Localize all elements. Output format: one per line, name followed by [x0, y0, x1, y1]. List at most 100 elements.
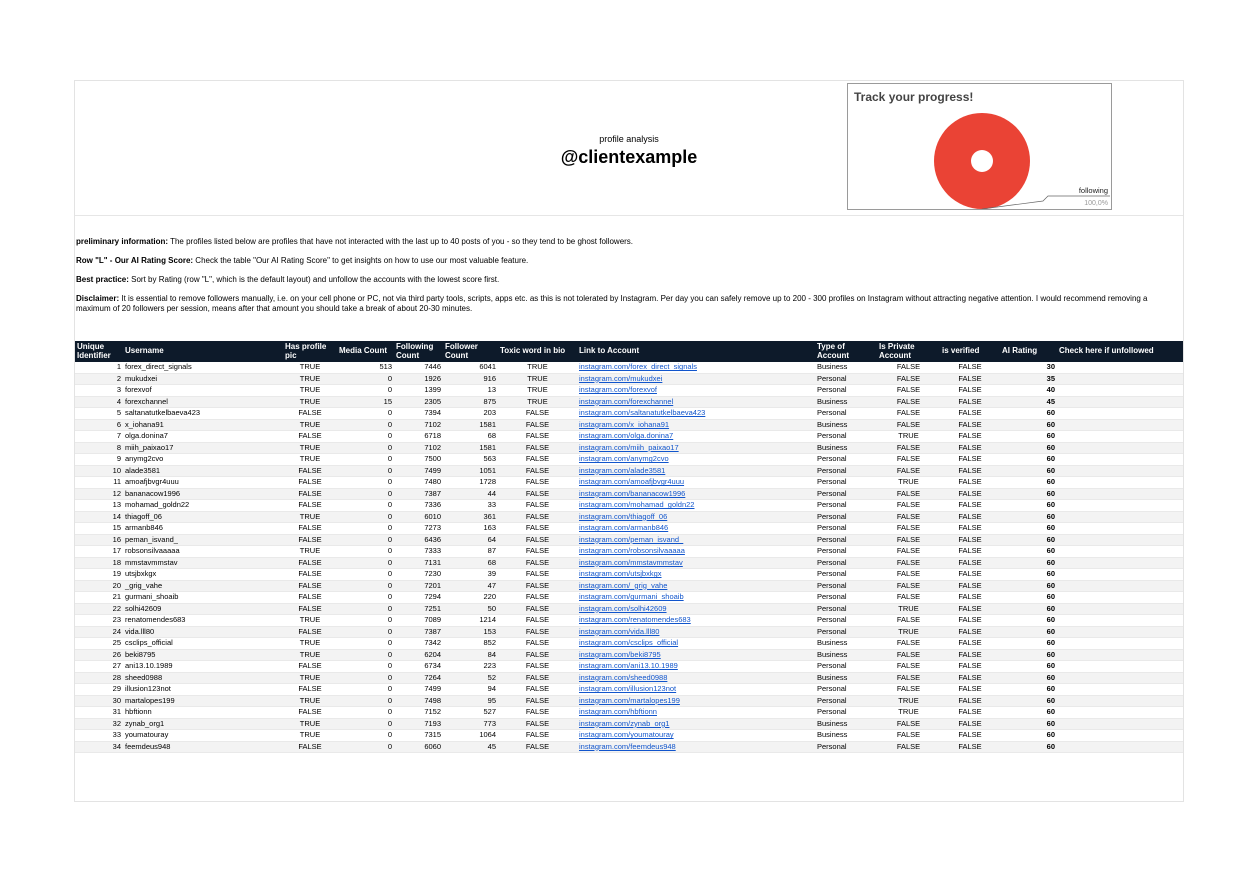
cell-unfollow-check[interactable] — [1057, 545, 1183, 558]
cell-unfollow-check[interactable] — [1057, 442, 1183, 454]
cell-link[interactable]: instagram.com/feemdeus948 — [577, 741, 815, 753]
cell-unfollow-check[interactable] — [1057, 695, 1183, 707]
cell-link[interactable]: instagram.com/martalopes199 — [577, 695, 815, 707]
cell-media: 0 — [337, 419, 394, 431]
column-header[interactable]: Link to Account — [577, 341, 815, 362]
cell-link[interactable]: instagram.com/youmatouray — [577, 729, 815, 742]
cell-link[interactable]: instagram.com/beki8795 — [577, 649, 815, 661]
cell-unfollow-check[interactable] — [1057, 511, 1183, 523]
cell-username: beki8795 — [123, 649, 283, 661]
cell-unfollow-check[interactable] — [1057, 637, 1183, 650]
cell-link[interactable]: instagram.com/alade3581 — [577, 465, 815, 477]
cell-unfollow-check[interactable] — [1057, 384, 1183, 397]
cell-unfollow-check[interactable] — [1057, 488, 1183, 500]
cell-link[interactable]: instagram.com/sheed0988 — [577, 672, 815, 684]
column-header[interactable]: Check here if unfollowed — [1057, 341, 1183, 362]
cell-unfollow-check[interactable] — [1057, 741, 1183, 753]
cell-unfollow-check[interactable] — [1057, 603, 1183, 615]
cell-username: martalopes199 — [123, 695, 283, 707]
cell-link[interactable]: instagram.com/thiagoff_06 — [577, 511, 815, 523]
cell-link[interactable]: instagram.com/csclips_official — [577, 637, 815, 650]
cell-link[interactable]: instagram.com/illusion123not — [577, 683, 815, 696]
cell-unfollow-check[interactable] — [1057, 568, 1183, 581]
cell-rating: 60 — [1000, 522, 1057, 535]
cell-media: 0 — [337, 603, 394, 615]
cell-link[interactable]: instagram.com/forexvof — [577, 384, 815, 397]
cell-unfollow-check[interactable] — [1057, 706, 1183, 719]
cell-id: 17 — [75, 545, 123, 558]
cell-following: 7480 — [394, 476, 443, 489]
cell-rating: 60 — [1000, 683, 1057, 696]
cell-link[interactable]: instagram.com/solhi42609 — [577, 603, 815, 615]
cell-link[interactable]: instagram.com/ani13.10.1989 — [577, 660, 815, 673]
cell-link[interactable]: instagram.com/_grig_vahe — [577, 580, 815, 592]
cell-unfollow-check[interactable] — [1057, 729, 1183, 742]
cell-link[interactable]: instagram.com/mohamad_goldn22 — [577, 499, 815, 512]
cell-link[interactable]: instagram.com/miih_paixao17 — [577, 442, 815, 454]
cell-unfollow-check[interactable] — [1057, 649, 1183, 661]
column-header[interactable]: Has profile pic — [283, 341, 337, 362]
cell-link[interactable]: instagram.com/mukudxei — [577, 373, 815, 385]
column-header[interactable]: Following Count — [394, 341, 443, 362]
cell-private: FALSE — [877, 683, 940, 696]
cell-link[interactable]: instagram.com/hbftionn — [577, 706, 815, 719]
cell-link[interactable]: instagram.com/bananacow1996 — [577, 488, 815, 500]
column-header[interactable]: Is Private Account — [877, 341, 940, 362]
cell-unfollow-check[interactable] — [1057, 672, 1183, 684]
cell-unfollow-check[interactable] — [1057, 718, 1183, 730]
cell-rating: 60 — [1000, 557, 1057, 569]
cell-link[interactable]: instagram.com/saltanatutkelbaeva423 — [577, 407, 815, 420]
cell-link[interactable]: instagram.com/utsjbxkgx — [577, 568, 815, 581]
cell-unfollow-check[interactable] — [1057, 683, 1183, 696]
cell-unfollow-check[interactable] — [1057, 430, 1183, 443]
cell-link[interactable]: instagram.com/olga.donina7 — [577, 430, 815, 443]
cell-link[interactable]: instagram.com/renatomendes683 — [577, 614, 815, 627]
info-text: The profiles listed below are profiles t… — [168, 237, 634, 246]
cell-link[interactable]: instagram.com/amoafjbvgr4uuu — [577, 476, 815, 489]
column-header[interactable]: Username — [123, 341, 283, 362]
cell-username: gurmani_shoaib — [123, 591, 283, 604]
cell-link[interactable]: instagram.com/vida.lll80 — [577, 626, 815, 638]
cell-type: Personal — [815, 557, 877, 569]
column-header[interactable]: Toxic word in bio — [498, 341, 577, 362]
cell-link[interactable]: instagram.com/mmstavmmstav — [577, 557, 815, 569]
column-header[interactable]: Unique Identifier — [75, 341, 123, 362]
column-header[interactable]: Media Count — [337, 341, 394, 362]
column-header[interactable]: Follower Count — [443, 341, 498, 362]
cell-unfollow-check[interactable] — [1057, 626, 1183, 638]
cell-unfollow-check[interactable] — [1057, 453, 1183, 466]
cell-unfollow-check[interactable] — [1057, 373, 1183, 385]
cell-username: x_iohana91 — [123, 419, 283, 431]
cell-type: Personal — [815, 660, 877, 673]
cell-unfollow-check[interactable] — [1057, 362, 1183, 374]
cell-link[interactable]: instagram.com/zynab_org1 — [577, 718, 815, 730]
cell-id: 26 — [75, 649, 123, 661]
cell-unfollow-check[interactable] — [1057, 499, 1183, 512]
cell-unfollow-check[interactable] — [1057, 534, 1183, 546]
column-header[interactable]: AI Rating — [1000, 341, 1057, 362]
cell-unfollow-check[interactable] — [1057, 396, 1183, 408]
cell-media: 0 — [337, 695, 394, 707]
cell-unfollow-check[interactable] — [1057, 580, 1183, 592]
cell-link[interactable]: instagram.com/anymg2cvo — [577, 453, 815, 466]
cell-type: Personal — [815, 545, 877, 558]
cell-link[interactable]: instagram.com/forex_direct_signals — [577, 362, 815, 374]
cell-unfollow-check[interactable] — [1057, 522, 1183, 535]
cell-username: bananacow1996 — [123, 488, 283, 500]
cell-unfollow-check[interactable] — [1057, 660, 1183, 673]
cell-unfollow-check[interactable] — [1057, 407, 1183, 420]
cell-unfollow-check[interactable] — [1057, 557, 1183, 569]
cell-link[interactable]: instagram.com/forexchannel — [577, 396, 815, 408]
cell-link[interactable]: instagram.com/armanb846 — [577, 522, 815, 535]
cell-unfollow-check[interactable] — [1057, 465, 1183, 477]
cell-unfollow-check[interactable] — [1057, 614, 1183, 627]
cell-link[interactable]: instagram.com/x_iohana91 — [577, 419, 815, 431]
cell-unfollow-check[interactable] — [1057, 419, 1183, 431]
column-header[interactable]: is verified — [940, 341, 1000, 362]
cell-link[interactable]: instagram.com/robsonsilvaaaaa — [577, 545, 815, 558]
column-header[interactable]: Type of Account — [815, 341, 877, 362]
cell-link[interactable]: instagram.com/gurmani_shoaib — [577, 591, 815, 604]
cell-unfollow-check[interactable] — [1057, 476, 1183, 489]
cell-unfollow-check[interactable] — [1057, 591, 1183, 604]
cell-link[interactable]: instagram.com/peman_isvand_ — [577, 534, 815, 546]
